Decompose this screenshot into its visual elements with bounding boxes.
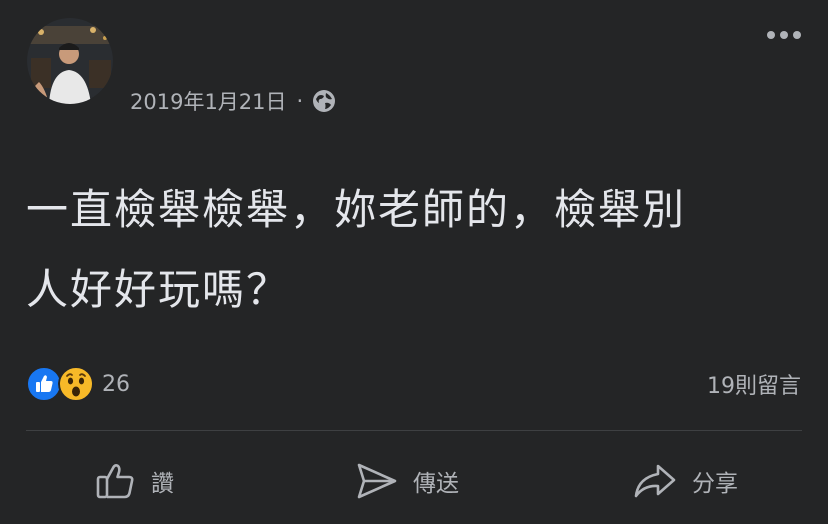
reaction-count: 26 xyxy=(102,371,130,397)
post-date[interactable]: 2019年1月21日 xyxy=(130,86,287,116)
wow-reaction-icon xyxy=(58,366,94,402)
post-card: 2019年1月21日 · 一直檢舉檢舉，妳老師的，檢舉別 人好好玩嗎？ 26 1… xyxy=(0,0,828,524)
share-button[interactable]: 分享 xyxy=(632,454,738,508)
globe-icon[interactable] xyxy=(312,89,336,113)
like-button[interactable]: 讚 xyxy=(95,454,174,508)
thumbs-up-icon xyxy=(96,464,134,499)
share-label: 分享 xyxy=(692,471,738,497)
send-icon xyxy=(357,463,397,499)
more-options-icon xyxy=(767,31,801,39)
post-meta: 2019年1月21日 · xyxy=(130,86,336,116)
comment-count[interactable]: 19則留言 xyxy=(707,368,801,400)
send-label: 傳送 xyxy=(413,471,459,497)
more-options-button[interactable] xyxy=(764,24,804,46)
action-bar: 讚 傳送 分享 xyxy=(0,440,828,524)
meta-separator: · xyxy=(296,89,304,113)
avatar[interactable] xyxy=(27,18,113,104)
divider xyxy=(26,430,802,431)
like-label: 讚 xyxy=(151,471,174,497)
send-button[interactable]: 傳送 xyxy=(355,454,459,508)
post-text: 一直檢舉檢舉，妳老師的，檢舉別 人好好玩嗎？ xyxy=(26,185,687,314)
share-icon xyxy=(634,464,676,498)
reactions-summary[interactable]: 26 xyxy=(26,364,130,404)
like-reaction-icon xyxy=(26,366,62,402)
